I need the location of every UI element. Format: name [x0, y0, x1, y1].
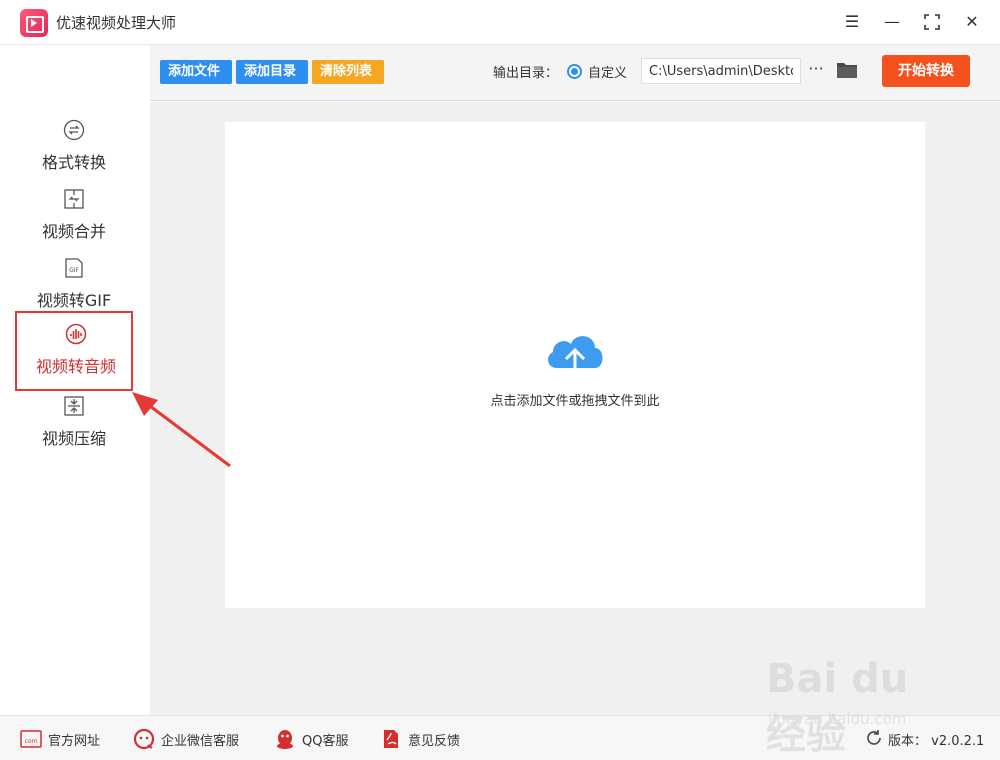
qq-icon	[277, 730, 293, 749]
format-convert-icon	[63, 119, 85, 141]
maximize-button[interactable]	[918, 8, 946, 36]
official-site-link[interactable]: com 官方网址	[20, 728, 120, 750]
wechat-service-label: 企业微信客服	[161, 734, 240, 749]
start-convert-button[interactable]: 开始转换	[882, 55, 970, 87]
maximize-icon	[924, 14, 940, 30]
sidebar-item-label: 视频合并	[41, 222, 106, 241]
add-directory-button[interactable]: 添加目录	[236, 60, 308, 84]
qq-service-label: QQ客服	[302, 734, 349, 749]
wechat-icon	[133, 728, 155, 750]
minimize-button[interactable]: —	[878, 8, 906, 36]
browse-more-button[interactable]: ···	[806, 57, 826, 83]
merge-icon	[64, 189, 84, 209]
svg-text:GIF: GIF	[69, 267, 79, 274]
watermark-sub: jingyan.baidu.com	[768, 710, 907, 728]
toolbar: 添加文件 添加目录 清除列表 输出目录： 自定义 ··· 开始转换	[150, 45, 1000, 101]
compress-icon	[64, 396, 84, 416]
watermark-main: Bai du 经验	[766, 656, 909, 758]
website-icon: com	[20, 730, 42, 748]
qq-service-link[interactable]: QQ客服	[274, 728, 364, 750]
sidebar-item-compress[interactable]: 视频压缩	[15, 389, 133, 457]
output-directory-label: 输出目录：	[493, 66, 559, 81]
menu-button[interactable]: ☰	[838, 8, 866, 36]
title-bar: 优速视频处理大师 ☰ — ✕	[0, 0, 1000, 45]
custom-output-radio[interactable]	[567, 64, 582, 79]
feedback-icon	[384, 730, 398, 748]
feedback-link[interactable]: 意见反馈	[380, 728, 480, 750]
sidebar-item-merge[interactable]: 视频合并	[15, 182, 133, 250]
main-area: 点击添加文件或拖拽文件到此	[150, 102, 1000, 715]
sidebar-item-label: 视频转GIF	[36, 291, 112, 310]
cloud-upload-icon	[548, 336, 603, 382]
sidebar-item-label: 格式转换	[41, 153, 106, 172]
svg-text:com: com	[25, 738, 38, 745]
custom-output-radio-label: 自定义	[588, 66, 628, 81]
close-button[interactable]: ✕	[958, 8, 986, 36]
sidebar-item-format-convert[interactable]: 格式转换	[15, 113, 133, 181]
feedback-label: 意见反馈	[408, 734, 461, 749]
file-drop-zone[interactable]: 点击添加文件或拖拽文件到此	[225, 122, 925, 608]
annotation-arrow-icon	[132, 392, 231, 468]
wechat-service-link[interactable]: 企业微信客服	[133, 728, 263, 750]
baidu-watermark: Bai du 经验 jingyan.baidu.com	[760, 648, 960, 758]
sidebar-item-label: 视频转音频	[35, 357, 116, 376]
drop-zone-hint: 点击添加文件或拖拽文件到此	[490, 394, 660, 409]
app-logo-icon	[20, 9, 48, 37]
sidebar-item-gif[interactable]: GIF 视频转GIF	[15, 251, 133, 319]
output-path-input[interactable]	[641, 58, 801, 84]
clear-list-button[interactable]: 清除列表	[312, 60, 384, 84]
audio-icon	[65, 323, 87, 345]
gif-icon: GIF	[65, 258, 83, 278]
sidebar-item-video-to-audio[interactable]: 视频转音频	[15, 311, 133, 391]
add-file-button[interactable]: 添加文件	[160, 60, 232, 84]
sidebar-item-label: 视频压缩	[41, 429, 106, 448]
official-site-label: 官方网址	[48, 734, 101, 749]
open-folder-icon[interactable]	[836, 60, 858, 80]
app-title: 优速视频处理大师	[56, 14, 177, 32]
